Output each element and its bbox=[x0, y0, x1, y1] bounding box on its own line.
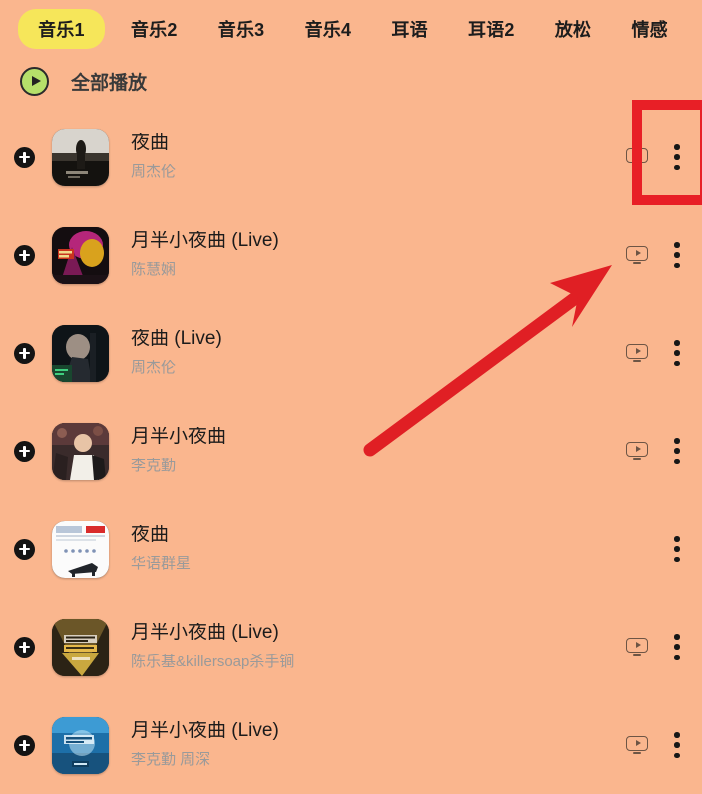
song-title: 夜曲 bbox=[131, 525, 170, 546]
mv-screen bbox=[626, 147, 648, 163]
song-meta: 夜曲 (Live) 周杰伦 bbox=[131, 329, 626, 376]
album-cover bbox=[52, 226, 109, 284]
mv-monitor-icon[interactable] bbox=[626, 147, 648, 167]
tab-music-3[interactable]: 音乐3 bbox=[198, 9, 285, 49]
mv-placeholder bbox=[626, 540, 648, 559]
song-title: 月半小夜曲 (Live) bbox=[131, 231, 279, 252]
song-actions bbox=[626, 634, 680, 660]
tab-music-1[interactable]: 音乐1 bbox=[18, 9, 105, 49]
mv-stand bbox=[633, 163, 641, 166]
mv-screen bbox=[626, 735, 648, 751]
song-title: 月半小夜曲 bbox=[131, 427, 227, 448]
play-circle-icon[interactable] bbox=[20, 66, 49, 96]
album-cover bbox=[52, 716, 109, 774]
song-row[interactable]: 夜曲 周杰伦 bbox=[0, 108, 702, 206]
song-actions bbox=[626, 732, 680, 758]
more-vertical-icon[interactable] bbox=[674, 144, 680, 170]
mv-screen bbox=[626, 441, 648, 457]
song-meta: 月半小夜曲 (Live) 李克勤 周深 bbox=[131, 721, 626, 768]
mv-stand bbox=[633, 457, 641, 460]
tab-whisper[interactable]: 耳语 bbox=[371, 9, 448, 49]
mv-monitor-icon[interactable] bbox=[626, 735, 648, 755]
mv-stand bbox=[633, 751, 641, 754]
tab-music-4[interactable]: 音乐4 bbox=[284, 9, 371, 49]
song-artist: 陈慧娴 bbox=[131, 262, 177, 279]
more-vertical-icon[interactable] bbox=[674, 438, 680, 464]
more-vertical-icon[interactable] bbox=[674, 634, 680, 660]
album-cover bbox=[52, 422, 109, 480]
mv-monitor-icon[interactable] bbox=[626, 245, 648, 265]
song-artist: 陈乐基&killersoap杀手锏 bbox=[131, 654, 295, 671]
mv-screen bbox=[626, 245, 648, 261]
song-actions bbox=[626, 144, 680, 170]
mv-monitor-icon[interactable] bbox=[626, 343, 648, 363]
song-meta: 月半小夜曲 李克勤 bbox=[131, 427, 626, 474]
tab-bar: 音乐1 音乐2 音乐3 音乐4 耳语 耳语2 放松 情感 bbox=[0, 0, 702, 58]
plus-circle-icon[interactable] bbox=[14, 734, 35, 756]
more-vertical-icon[interactable] bbox=[674, 732, 680, 758]
song-meta: 夜曲 周杰伦 bbox=[131, 133, 626, 180]
song-artist: 华语群星 bbox=[131, 556, 192, 573]
song-row[interactable]: 夜曲 (Live) 周杰伦 bbox=[0, 304, 702, 402]
song-actions bbox=[626, 340, 680, 366]
tab-music-2[interactable]: 音乐2 bbox=[111, 9, 198, 49]
play-triangle-icon bbox=[31, 76, 41, 86]
mv-screen bbox=[626, 637, 648, 653]
tab-emotion[interactable]: 情感 bbox=[611, 9, 688, 49]
album-cover bbox=[52, 128, 109, 186]
song-artist: 周杰伦 bbox=[131, 164, 177, 181]
song-row[interactable]: 月半小夜曲 (Live) 陈乐基&killersoap杀手锏 bbox=[0, 598, 702, 696]
plus-circle-icon[interactable] bbox=[14, 342, 35, 364]
mv-stand bbox=[633, 359, 641, 362]
song-title: 夜曲 (Live) bbox=[131, 329, 222, 350]
more-vertical-icon[interactable] bbox=[674, 242, 680, 268]
mv-stand bbox=[633, 653, 641, 656]
song-artist: 李克勤 bbox=[131, 458, 177, 475]
plus-circle-icon[interactable] bbox=[14, 538, 35, 560]
song-meta: 夜曲 华语群星 bbox=[131, 525, 626, 572]
song-row[interactable]: 月半小夜曲 李克勤 bbox=[0, 402, 702, 500]
song-artist: 李克勤 周深 bbox=[131, 752, 211, 769]
song-row[interactable]: 月半小夜曲 (Live) 李克勤 周深 bbox=[0, 696, 702, 794]
mv-monitor-icon[interactable] bbox=[626, 637, 648, 657]
play-all-row[interactable]: 全部播放 bbox=[0, 58, 702, 104]
mv-monitor-icon[interactable] bbox=[626, 441, 648, 461]
plus-circle-icon[interactable] bbox=[14, 146, 35, 168]
song-meta: 月半小夜曲 (Live) 陈慧娴 bbox=[131, 231, 626, 278]
song-actions bbox=[626, 438, 680, 464]
more-vertical-icon[interactable] bbox=[674, 536, 680, 562]
song-meta: 月半小夜曲 (Live) 陈乐基&killersoap杀手锏 bbox=[131, 623, 626, 670]
song-title: 夜曲 bbox=[131, 133, 170, 154]
album-cover bbox=[52, 520, 109, 578]
song-artist: 周杰伦 bbox=[131, 360, 177, 377]
play-all-label: 全部播放 bbox=[71, 72, 148, 94]
album-cover bbox=[52, 618, 109, 676]
song-title: 月半小夜曲 (Live) bbox=[131, 623, 279, 644]
song-row[interactable]: 月半小夜曲 (Live) 陈慧娴 bbox=[0, 206, 702, 304]
song-title: 月半小夜曲 (Live) bbox=[131, 721, 279, 742]
more-vertical-icon[interactable] bbox=[674, 340, 680, 366]
song-list: 夜曲 周杰伦 月半小夜曲 (Live) 陈慧娴 夜曲 (Live) 周杰伦 月半… bbox=[0, 108, 702, 794]
mv-screen bbox=[626, 343, 648, 359]
plus-circle-icon[interactable] bbox=[14, 440, 35, 462]
song-actions bbox=[626, 242, 680, 268]
tab-whisper-2[interactable]: 耳语2 bbox=[448, 9, 535, 49]
tab-relax[interactable]: 放松 bbox=[535, 9, 612, 49]
song-actions bbox=[626, 536, 680, 562]
mv-stand bbox=[633, 261, 641, 264]
plus-circle-icon[interactable] bbox=[14, 244, 35, 266]
song-row[interactable]: 夜曲 华语群星 bbox=[0, 500, 702, 598]
plus-circle-icon[interactable] bbox=[14, 636, 35, 658]
album-cover bbox=[52, 324, 109, 382]
